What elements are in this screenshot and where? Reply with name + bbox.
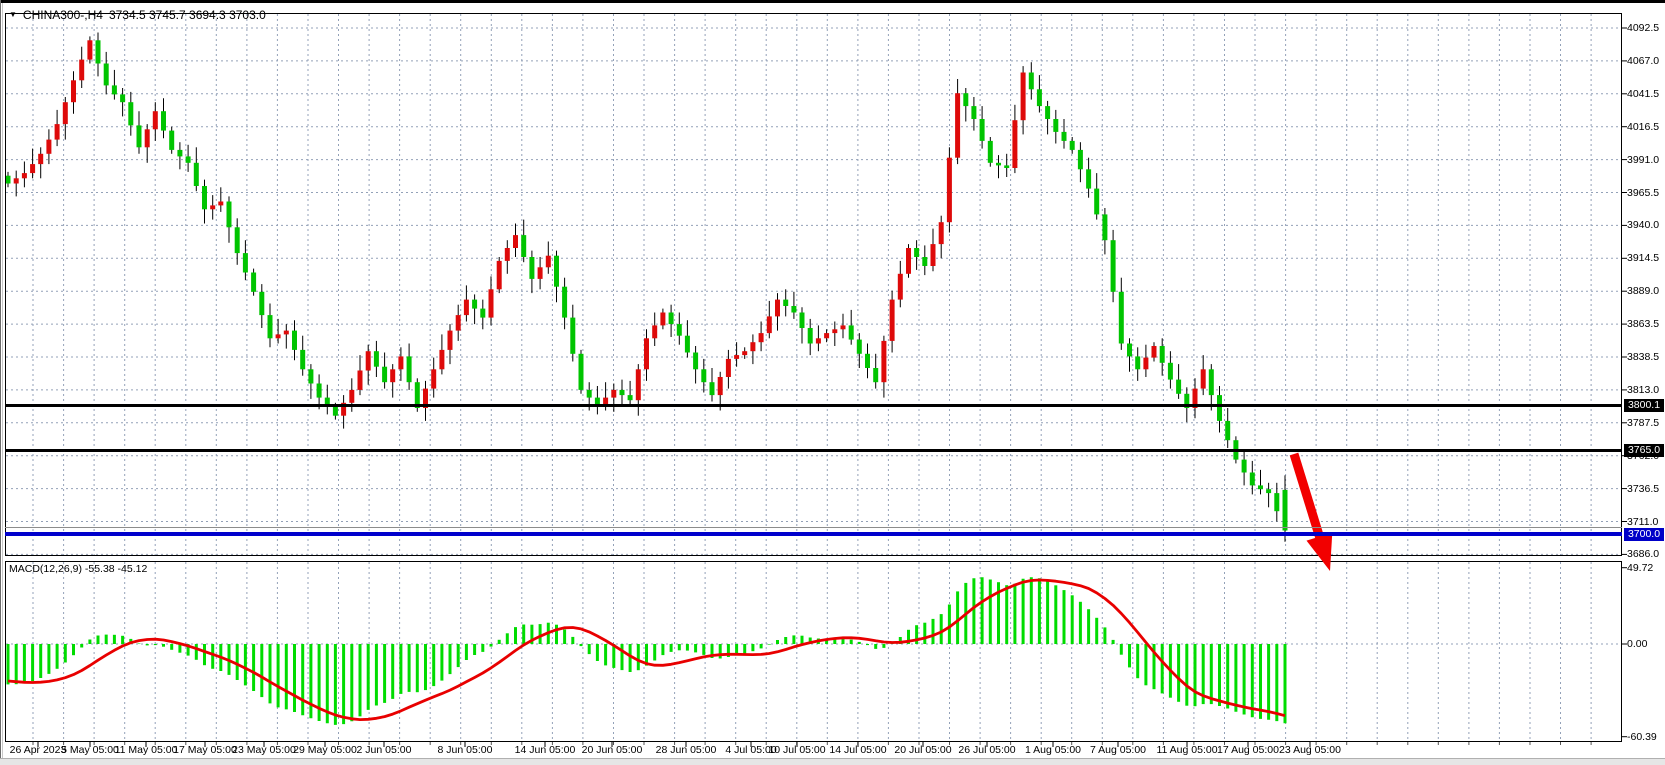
price-axis-label: 4041.5 (1627, 88, 1659, 100)
time-axis-label: 2 Jun 05:00 (357, 744, 412, 756)
horizontal-line-3705.2[interactable] (5, 527, 1622, 528)
macd-axis-label: 0.00 (1627, 638, 1647, 650)
horizontal-line-3765[interactable] (5, 449, 1622, 452)
price-axis-label: 3838.5 (1627, 351, 1659, 363)
price-axis-label: 4092.5 (1627, 22, 1659, 34)
price-axis-label: 4067.0 (1627, 55, 1659, 67)
price-axis-label: 4016.5 (1627, 121, 1659, 133)
time-axis-label: 23 May 05:00 (232, 744, 296, 756)
price-axis-label: 3813.0 (1627, 384, 1659, 396)
time-axis-label: 7 Aug 05:00 (1090, 744, 1146, 756)
price-tag-3765.0: 3765.0 (1624, 444, 1664, 457)
chevron-down-icon[interactable]: ▼ (9, 10, 17, 20)
price-tag-3800.1: 3800.1 (1624, 399, 1664, 412)
window-bottom-strip (0, 758, 1665, 765)
main-chart-plot[interactable] (5, 13, 1622, 556)
time-axis-label: 10 Jul 05:00 (768, 744, 825, 756)
macd-indicator-label: MACD(12,26,9) -55.38 -45.12 (9, 563, 147, 575)
time-axis-label: 29 May 05:00 (293, 744, 357, 756)
time-axis-label: 11 Aug 05:00 (1156, 744, 1217, 756)
time-axis-label: 14 Jul 05:00 (829, 744, 886, 756)
time-axis-label: 14 Jun 05:00 (515, 744, 576, 756)
time-axis-label: 11 May 05:00 (115, 744, 178, 756)
price-axis-label: 3889.0 (1627, 285, 1659, 297)
price-axis-label: 3914.5 (1627, 252, 1659, 264)
macd-axis-label: 49.72 (1627, 562, 1653, 574)
symbol-period-label: CHINA300-,H4 (23, 8, 103, 22)
time-axis-label: 1 Aug 05:00 (1025, 744, 1081, 756)
price-axis-label: 3991.0 (1627, 154, 1659, 166)
price-tag-3700.0: 3700.0 (1624, 528, 1664, 541)
ohlc-values: 3734.5 3745.7 3694.3 3703.0 (109, 8, 266, 22)
chart-title-row: ▼ CHINA300-,H4 3734.5 3745.7 3694.3 3703… (9, 7, 266, 23)
price-axis[interactable]: 4092.5 4067.0 4041.5 4016.5 3991.0 3965.5 3940… (1623, 3, 1665, 758)
time-axis-label: 17 Aug 05:00 (1217, 744, 1279, 756)
macd-indicator-plot[interactable] (5, 561, 1622, 742)
time-axis-label: 17 May 05:00 (173, 744, 237, 756)
macd-axis-label: -60.39 (1627, 731, 1657, 743)
price-axis-label: 3711.0 (1627, 516, 1658, 528)
price-axis-label: 3787.5 (1627, 417, 1659, 429)
horizontal-line-3800.1[interactable] (5, 404, 1622, 407)
price-axis-label: 3863.5 (1627, 318, 1659, 330)
price-axis-label: 3965.5 (1627, 187, 1659, 199)
time-axis-label: 20 Jul 05:00 (894, 744, 951, 756)
time-axis[interactable]: 26 Apr 20235 May 05:0011 May 05:0017 May… (0, 743, 1665, 758)
chart-window: ▼ CHINA300-,H4 3734.5 3745.7 3694.3 3703… (0, 0, 1665, 765)
time-axis-label: 8 Jun 05:00 (438, 744, 493, 756)
time-axis-label: 20 Jun 05:00 (582, 744, 643, 756)
time-axis-label: 5 May 05:00 (61, 744, 119, 756)
price-axis-label: 3940.0 (1627, 219, 1659, 231)
window-left-border (0, 0, 1, 765)
time-axis-label: 26 Apr 2023 (10, 744, 67, 756)
price-axis-label: 3736.5 (1627, 483, 1659, 495)
window-inner-border (2, 3, 3, 758)
time-axis-label: 23 Aug 05:00 (1279, 744, 1341, 756)
horizontal-line-3700[interactable] (5, 532, 1622, 536)
time-axis-label: 26 Jul 05:00 (958, 744, 1015, 756)
candles-group (6, 33, 1288, 542)
price-axis-label: 3686.0 (1627, 548, 1659, 560)
time-axis-label: 28 Jun 05:00 (656, 744, 717, 756)
window-top-border (0, 0, 1665, 3)
